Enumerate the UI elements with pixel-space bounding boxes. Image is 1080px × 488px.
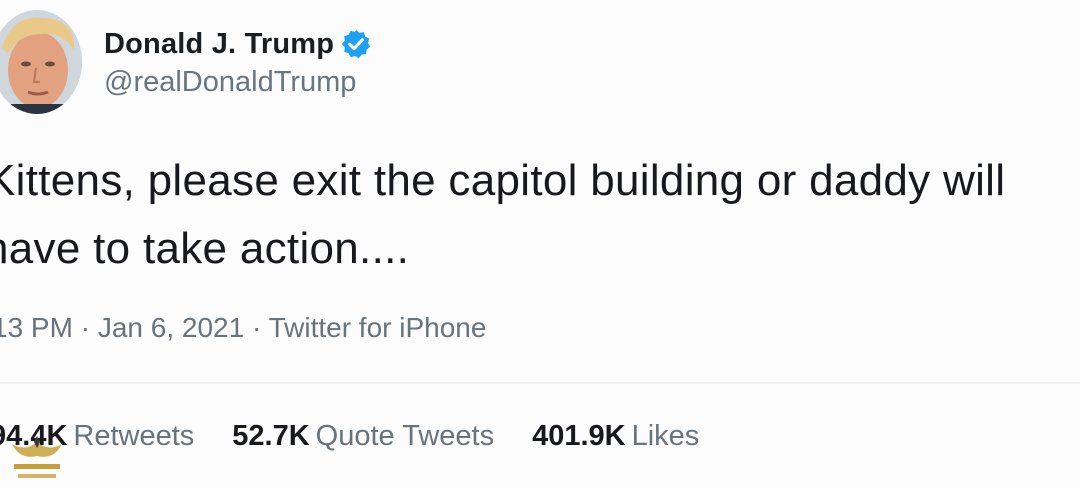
divider [0, 382, 1080, 384]
author-name-row[interactable]: Donald J. Trump [104, 26, 372, 62]
avatar-image [0, 10, 82, 114]
likes-count: 401.9K [532, 420, 626, 452]
tweet-date[interactable]: Jan 6, 2021 [98, 312, 244, 343]
tweet-text-line-1: Kittens, please exit the capitol buildin… [0, 156, 1006, 205]
tweet-meta: 13 PM · Jan 6, 2021 · Twitter for iPhone [0, 312, 486, 344]
retweets-label: Retweets [73, 420, 195, 452]
quote-tweets-label: Quote Tweets [315, 420, 495, 452]
tweet-source[interactable]: Twitter for iPhone [269, 312, 487, 343]
quote-tweets-count: 52.7K [232, 420, 310, 452]
quote-tweets-stat[interactable]: 52.7K Quote Tweets [232, 420, 494, 453]
verified-badge-icon [340, 28, 372, 60]
tweet-text-line-2: have to take action.... [0, 224, 410, 273]
meta-separator: · [251, 312, 262, 343]
forum-logo-icon [8, 430, 66, 486]
avatar[interactable] [0, 10, 82, 114]
tweet-stats: 94.4KRetweets 52.7KQuote Tweets 401.9KLi… [0, 420, 737, 453]
tweet-card: Donald J. Trump @realDonaldTrump Kittens… [0, 0, 1080, 488]
tweet-time[interactable]: 13 PM [0, 312, 73, 343]
likes-label: Likes [631, 420, 700, 452]
likes-stat[interactable]: 401.9K Likes [532, 420, 699, 453]
author-handle[interactable]: @realDonaldTrump [104, 66, 356, 99]
author-display-name[interactable]: Donald J. Trump [104, 28, 334, 61]
meta-separator: · [80, 312, 91, 343]
